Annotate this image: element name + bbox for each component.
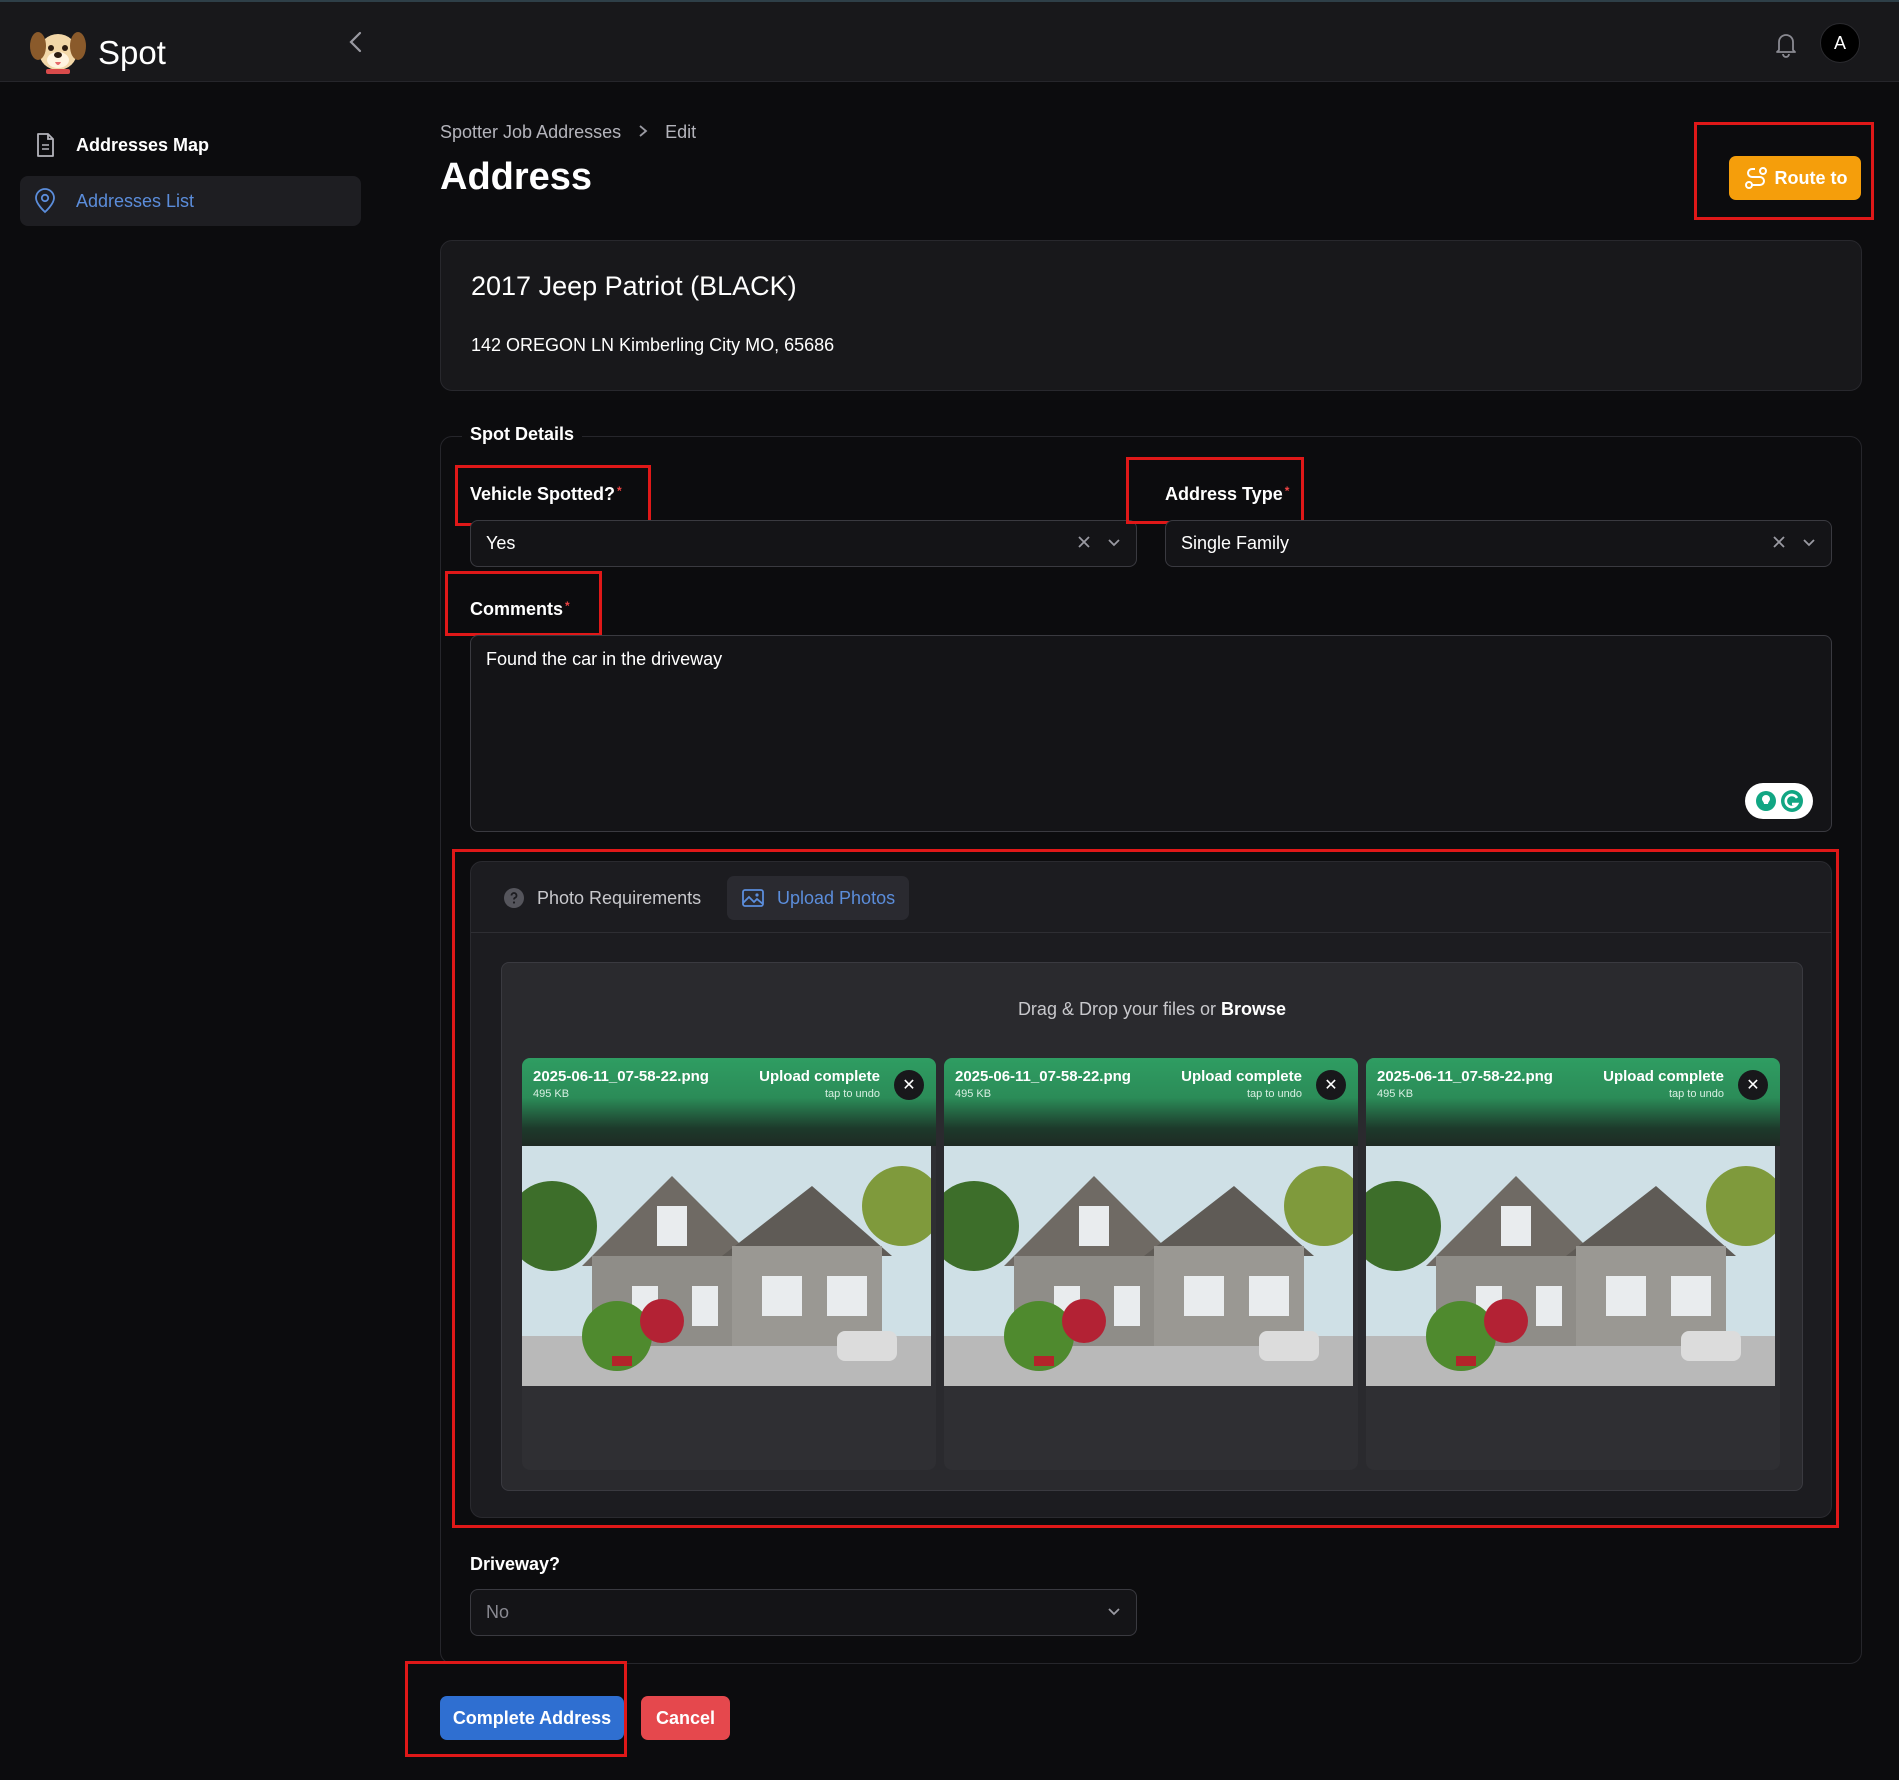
address-type-label: Address Type * xyxy=(1165,484,1289,505)
tab-label: Upload Photos xyxy=(777,887,896,908)
complete-address-button[interactable]: Complete Address xyxy=(440,1696,624,1740)
breadcrumb: Spotter Job Addresses Edit xyxy=(440,122,696,143)
vehicle-address: 142 OREGON LN Kimberling City MO, 65686 xyxy=(471,335,835,355)
chevron-right-icon xyxy=(637,122,649,143)
sidebar-item-label: Addresses Map xyxy=(76,134,210,155)
spot-details-legend: Spot Details xyxy=(462,424,583,445)
remove-file-button[interactable]: ✕ xyxy=(1738,1070,1768,1100)
file-header: 2025-06-11_07-58-22.png 495 KB Upload co… xyxy=(1366,1058,1780,1146)
tab-photo-requirements[interactable]: Photo Requirements xyxy=(489,876,715,920)
address-type-label-text: Address Type xyxy=(1165,484,1283,504)
address-type-select[interactable]: Single Family xyxy=(1165,520,1832,567)
driveway-label: Driveway? xyxy=(470,1554,561,1574)
breadcrumb-parent-link[interactable]: Spotter Job Addresses xyxy=(440,122,621,143)
vehicle-spotted-label-text: Vehicle Spotted? xyxy=(470,484,616,504)
file-size: 495 KB xyxy=(1377,1088,1414,1100)
brand[interactable]: Spot xyxy=(28,24,166,81)
file-size: 495 KB xyxy=(955,1088,992,1100)
tab-upload-photos[interactable]: Upload Photos xyxy=(727,876,910,920)
required-asterisk: * xyxy=(565,599,570,613)
collapse-sidebar-button[interactable] xyxy=(344,28,368,56)
route-icon xyxy=(1744,167,1767,189)
sidebar-item-addresses-list[interactable]: Addresses List xyxy=(20,176,361,226)
tab-label: Photo Requirements xyxy=(537,887,702,908)
remove-file-button[interactable]: ✕ xyxy=(1316,1070,1346,1100)
notifications-button[interactable] xyxy=(1772,29,1800,59)
file-undo[interactable]: tap to undo xyxy=(1669,1088,1724,1100)
image-icon xyxy=(742,889,764,907)
sidebar-item-label: Addresses List xyxy=(76,190,195,211)
vehicle-spotted-select[interactable]: Yes xyxy=(470,520,1137,567)
address-type-value: Single Family xyxy=(1181,533,1290,553)
remove-file-button[interactable]: ✕ xyxy=(894,1070,924,1100)
file-name: 2025-06-11_07-58-22.png xyxy=(1377,1068,1553,1085)
cancel-button[interactable]: Cancel xyxy=(641,1696,730,1740)
clear-icon[interactable] xyxy=(1076,534,1092,550)
house-photo-image xyxy=(522,1146,931,1386)
drop-text: Drag & Drop your files or xyxy=(1017,999,1217,1019)
breadcrumb-current: Edit xyxy=(665,122,697,142)
file-name: 2025-06-11_07-58-22.png xyxy=(955,1068,1131,1085)
file-undo[interactable]: tap to undo xyxy=(825,1088,880,1100)
page-title: Address xyxy=(440,156,593,198)
vehicle-spotted-value: Yes xyxy=(486,533,516,553)
file-header: 2025-06-11_07-58-22.png 495 KB Upload co… xyxy=(522,1058,936,1146)
route-to-button[interactable]: Route to xyxy=(1729,156,1861,200)
browse-link[interactable]: Browse xyxy=(1221,999,1286,1019)
photo-panel: Photo Requirements Upload Photos Drag & … xyxy=(470,861,1832,1518)
vehicle-title: 2017 Jeep Patriot (BLACK) xyxy=(471,271,797,301)
comments-value: Found the car in the driveway xyxy=(486,649,723,669)
top-bar: Spot A xyxy=(0,0,1899,82)
vehicle-card: 2017 Jeep Patriot (BLACK) 142 OREGON LN … xyxy=(440,240,1862,391)
required-asterisk: * xyxy=(617,484,622,498)
grammarly-widget[interactable] xyxy=(1745,783,1813,819)
drop-instructions: Drag & Drop your files or Browse xyxy=(502,999,1802,1020)
photo-tabs: Photo Requirements Upload Photos xyxy=(471,862,1831,933)
question-circle-icon xyxy=(504,888,524,908)
house-photo-image xyxy=(1366,1146,1775,1386)
document-icon xyxy=(37,133,54,157)
file-header: 2025-06-11_07-58-22.png 495 KB Upload co… xyxy=(944,1058,1358,1146)
required-asterisk: * xyxy=(1284,484,1290,498)
driveway-value: No xyxy=(486,1602,510,1622)
file-status: Upload complete xyxy=(759,1068,880,1085)
file-size: 495 KB xyxy=(533,1088,570,1100)
sidebar-item-addresses-map[interactable]: Addresses Map xyxy=(20,120,361,170)
vehicle-spotted-label: Vehicle Spotted? * xyxy=(470,484,622,505)
file-undo[interactable]: tap to undo xyxy=(1247,1088,1302,1100)
chevron-down-icon[interactable] xyxy=(1106,534,1122,550)
clear-icon[interactable] xyxy=(1771,534,1787,550)
brand-name: Spot xyxy=(98,33,166,71)
bell-icon xyxy=(1776,34,1796,58)
chevron-down-icon[interactable] xyxy=(1106,1603,1122,1619)
map-pin-icon xyxy=(35,188,55,214)
file-name: 2025-06-11_07-58-22.png xyxy=(533,1068,709,1085)
uploaded-file-card: 2025-06-11_07-58-22.png 495 KB Upload co… xyxy=(522,1058,936,1470)
comments-textarea[interactable]: Found the car in the driveway xyxy=(470,635,1832,832)
file-status: Upload complete xyxy=(1603,1068,1724,1085)
route-to-label: Route to xyxy=(1774,167,1848,188)
house-photo-image xyxy=(944,1146,1353,1386)
dog-logo-icon xyxy=(28,24,88,81)
comments-label: Comments * xyxy=(470,599,570,620)
file-dropzone[interactable]: Drag & Drop your files or Browse 2025-06… xyxy=(501,962,1803,1491)
file-status: Upload complete xyxy=(1181,1068,1302,1085)
chevron-down-icon[interactable] xyxy=(1801,534,1817,550)
chevron-left-icon xyxy=(349,31,362,53)
user-avatar[interactable]: A xyxy=(1820,23,1860,63)
grammarly-icon xyxy=(1756,790,1803,812)
uploaded-file-card: 2025-06-11_07-58-22.png 495 KB Upload co… xyxy=(1366,1058,1780,1470)
driveway-select[interactable]: No xyxy=(470,1589,1137,1636)
uploaded-file-card: 2025-06-11_07-58-22.png 495 KB Upload co… xyxy=(944,1058,1358,1470)
sidebar: Addresses Map Addresses List xyxy=(0,83,380,1780)
comments-label-text: Comments xyxy=(470,599,564,619)
